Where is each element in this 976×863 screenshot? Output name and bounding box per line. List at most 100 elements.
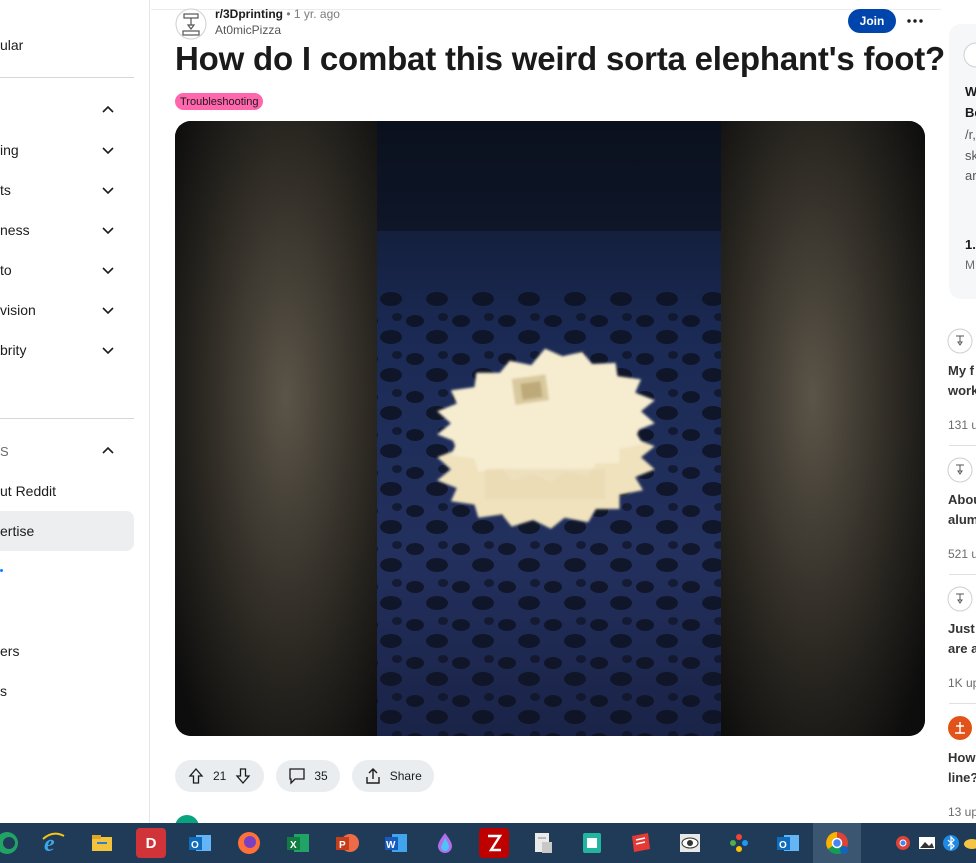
sidebar-item-label: ness: [0, 222, 30, 238]
filezilla-icon[interactable]: [479, 828, 509, 858]
related-post-title[interactable]: work: [948, 383, 976, 398]
edge-icon[interactable]: [0, 828, 22, 858]
downvote-icon[interactable]: [234, 767, 252, 785]
sidebar-item-press[interactable]: s: [0, 671, 134, 711]
sidebar-item-celebrity[interactable]: brity: [0, 330, 134, 370]
related-post-title[interactable]: Just: [948, 621, 975, 636]
image-tray-icon[interactable]: [918, 834, 936, 852]
firefox-icon[interactable]: [234, 828, 264, 858]
sidebar-item-careers[interactable]: ers: [0, 631, 134, 671]
related-post-title[interactable]: My f: [948, 363, 974, 378]
vote-count: 21: [213, 769, 227, 783]
sidebar-item-label: ts: [0, 182, 11, 198]
chevron-up-icon: [100, 102, 116, 118]
bluetooth-icon[interactable]: [942, 834, 960, 852]
word-icon[interactable]: W: [381, 828, 411, 858]
sidebar-item-label: to: [0, 262, 12, 278]
svg-text:P: P: [339, 840, 346, 851]
dots-app-icon[interactable]: [724, 828, 754, 858]
card-title-line: Be: [965, 105, 976, 120]
post-title: How do I combat this weird sorta elephan…: [175, 40, 945, 77]
chevron-down-icon: [100, 222, 116, 238]
eye-app-icon[interactable]: [675, 828, 705, 858]
share-button[interactable]: Share: [351, 760, 434, 792]
sidebar-item-business[interactable]: ness: [0, 210, 134, 250]
more-options-icon[interactable]: [903, 9, 927, 33]
chrome-tray-icon[interactable]: [894, 834, 912, 852]
sidebar-item-blog[interactable]: [0, 591, 134, 631]
card-desc-line: sk: [965, 148, 976, 163]
share-icon: [364, 767, 382, 785]
left-sidebar: ular ing ts ness to vision brity S ut Re…: [0, 0, 150, 823]
internet-explorer-icon[interactable]: e: [38, 828, 68, 858]
post-flair[interactable]: Troubleshooting: [175, 93, 264, 110]
sidebar-item-about-reddit[interactable]: ut Reddit: [0, 471, 134, 511]
zip-icon[interactable]: [577, 828, 607, 858]
powerpoint-icon[interactable]: P: [332, 828, 362, 858]
cloud-tray-icon[interactable]: [963, 834, 976, 852]
d-app-icon[interactable]: D: [136, 828, 166, 858]
related-subreddit-icon[interactable]: [947, 586, 973, 612]
sidebar-item-gaming[interactable]: ing: [0, 130, 134, 170]
subreddit-link[interactable]: r/3Dprinting: [215, 7, 283, 21]
related-subreddit-icon[interactable]: [947, 715, 973, 741]
related-post-title[interactable]: are a: [948, 641, 976, 656]
related-post-title[interactable]: Abou: [948, 492, 976, 507]
file-explorer-icon[interactable]: [87, 828, 117, 858]
card-title-line: W: [965, 84, 976, 99]
upvote-icon[interactable]: [187, 767, 205, 785]
chevron-down-icon: [100, 342, 116, 358]
related-post-meta: 13 up: [948, 805, 976, 819]
gear-photo: [175, 121, 925, 736]
subreddit-avatar: [963, 42, 976, 68]
sidebar-item-advertise[interactable]: ertise: [0, 511, 134, 551]
svg-text:O: O: [191, 840, 199, 851]
related-post-title[interactable]: alum: [948, 512, 976, 527]
card-stat-label: M: [965, 258, 975, 272]
card-subtitle-line: /r,: [965, 127, 976, 142]
sidebar-item-sports[interactable]: ts: [0, 170, 134, 210]
related-post-meta: 1K up: [948, 676, 976, 690]
related-post-meta: 131 u: [948, 418, 976, 432]
sidebar-item-help[interactable]: [0, 551, 134, 591]
related-divider: [949, 574, 976, 575]
join-button[interactable]: Join: [848, 9, 896, 33]
comment-icon: [288, 767, 306, 785]
sidebar-item-television[interactable]: vision: [0, 290, 134, 330]
sidebar-item-crypto[interactable]: to: [0, 250, 134, 290]
paint-drop-icon[interactable]: [430, 828, 460, 858]
comments-button[interactable]: 35: [276, 760, 340, 792]
post-image[interactable]: [175, 121, 925, 736]
outlook-icon[interactable]: O: [185, 828, 215, 858]
sidebar-resources-header[interactable]: S: [0, 431, 134, 471]
card-stat: 1.: [965, 237, 976, 252]
sidebar-item-label: ut Reddit: [0, 483, 57, 499]
author-link[interactable]: At0micPizza: [215, 23, 281, 37]
sidebar-divider: [0, 418, 134, 419]
notepad-icon[interactable]: [528, 828, 558, 858]
post-age: • 1 yr. ago: [286, 7, 340, 21]
svg-text:W: W: [386, 840, 396, 851]
related-divider: [949, 703, 976, 704]
related-divider: [949, 445, 976, 446]
chrome-icon[interactable]: [822, 828, 852, 858]
related-post-title[interactable]: line?: [948, 770, 976, 785]
sidebar-topics-header[interactable]: [0, 90, 134, 130]
related-subreddit-icon[interactable]: [947, 457, 973, 483]
related-subreddit-icon[interactable]: [947, 328, 973, 354]
post-container: r/3Dprinting • 1 yr. ago At0micPizza Joi…: [151, 0, 945, 839]
outlook-icon-2[interactable]: O: [773, 828, 803, 858]
sketchup-icon[interactable]: [626, 828, 656, 858]
sidebar-item-popular[interactable]: ular: [0, 25, 134, 65]
post-action-bar: 21 35 Share: [175, 760, 434, 792]
sidebar-item-label: ing: [0, 142, 19, 158]
card-desc-line: ar: [965, 168, 976, 183]
subreddit-avatar[interactable]: [175, 8, 207, 40]
related-post-title[interactable]: How: [948, 750, 975, 765]
excel-icon[interactable]: X: [283, 828, 313, 858]
sidebar-item-label: brity: [0, 342, 27, 358]
sidebar-section-label: S: [0, 443, 9, 459]
post-meta: r/3Dprinting • 1 yr. ago: [215, 7, 340, 21]
sidebar-divider: [0, 77, 134, 78]
right-sidebar: W Be /r, sk ar 1. M My f work 131 u Abou…: [941, 0, 976, 823]
